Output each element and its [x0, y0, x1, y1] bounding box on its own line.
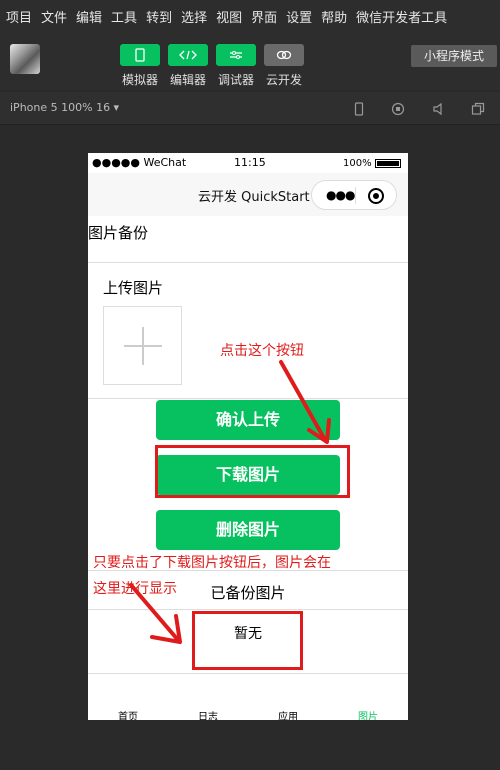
toolbar: 模拟器 编辑器 调试器 云开发 小程序模式: [0, 32, 500, 90]
page-title: 云开发 QuickStart: [198, 190, 310, 205]
menu-capsule: ●●●: [311, 180, 397, 210]
debug-icon[interactable]: [216, 44, 256, 66]
highlight-box: [192, 611, 303, 670]
delete-image-button[interactable]: 删除图片: [156, 510, 340, 550]
phone-icon[interactable]: [120, 44, 160, 66]
menu-item-help[interactable]: 帮助: [321, 7, 347, 26]
menu-item-edit[interactable]: 编辑: [76, 7, 102, 26]
phone-icon[interactable]: [352, 101, 366, 116]
simulator-tool[interactable]: 模拟器: [120, 44, 160, 88]
device-bar: iPhone 5 100% 16 ▾: [0, 92, 500, 125]
menu-item-view[interactable]: 视图: [216, 7, 242, 26]
menu-item-project[interactable]: 项目: [6, 7, 32, 26]
avatar[interactable]: [10, 44, 40, 74]
menu-item-interface[interactable]: 界面: [251, 7, 277, 26]
confirm-upload-button[interactable]: 确认上传: [156, 400, 340, 440]
code-icon[interactable]: [168, 44, 208, 66]
display-hint-annotation-line2: 这里进行显示: [93, 581, 177, 597]
click-hint-annotation: 点击这个按钮: [220, 343, 304, 359]
volume-icon[interactable]: [431, 101, 445, 116]
carrier-label: ●●●●● WeChat: [92, 156, 187, 169]
record-icon[interactable]: [391, 101, 405, 116]
tab-apps[interactable]: 应用: [248, 708, 328, 720]
battery-icon: [375, 159, 401, 168]
more-icon[interactable]: ●●●: [326, 188, 355, 202]
menu-item-goto[interactable]: 转到: [146, 7, 172, 26]
menu-item-select[interactable]: 选择: [181, 7, 207, 26]
detach-window-icon[interactable]: [471, 101, 485, 115]
display-hint-annotation-line1: 只要点击了下载图片按钮后，图片会在: [93, 555, 331, 571]
cloud-icon[interactable]: [264, 44, 304, 66]
editor-tool[interactable]: 编辑器: [168, 44, 208, 88]
menu-item-settings[interactable]: 设置: [286, 7, 312, 26]
upload-image-button[interactable]: [103, 306, 182, 385]
highlight-box: [155, 445, 350, 498]
menu-item-file[interactable]: 文件: [41, 7, 67, 26]
mode-select[interactable]: 小程序模式: [411, 45, 497, 67]
divider: [88, 262, 408, 263]
cloud-dev-label: 云开发: [265, 73, 302, 87]
menu-bar: 项目 文件 编辑 工具 转到 选择 视图 界面 设置 帮助 微信开发者工具: [0, 0, 500, 32]
device-select[interactable]: iPhone 5 100% 16 ▾: [10, 101, 119, 114]
divider: [88, 673, 408, 674]
debugger-tool[interactable]: 调试器: [216, 44, 256, 88]
tab-bar: 首页 日志 应用 图片: [88, 706, 408, 720]
menu-item-tools[interactable]: 工具: [111, 7, 137, 26]
nav-bar: 云开发 QuickStart ●●●: [88, 173, 408, 216]
tab-images[interactable]: 图片: [328, 708, 408, 720]
battery-percent: 100%: [343, 158, 372, 169]
tab-home[interactable]: 首页: [88, 708, 168, 720]
section-title: 图片备份: [88, 224, 149, 242]
tab-log[interactable]: 日志: [168, 708, 248, 720]
upload-label: 上传图片: [103, 279, 164, 297]
divider: [88, 609, 408, 610]
clock-label: 11:15: [234, 156, 266, 169]
capsule-divider: [355, 187, 356, 204]
close-icon[interactable]: [368, 188, 384, 204]
status-bar: ●●●●● WeChat 11:15 100%: [88, 153, 408, 173]
divider: [88, 398, 408, 399]
menu-item-wechat-devtools[interactable]: 微信开发者工具: [356, 7, 447, 26]
cloud-dev-tool[interactable]: 云开发: [264, 44, 304, 88]
